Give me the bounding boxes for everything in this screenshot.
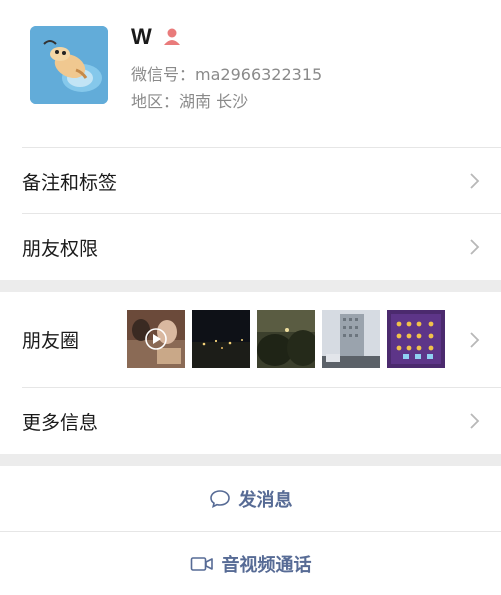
send-message-button[interactable]: 发消息 [0, 466, 501, 532]
chevron-right-icon [470, 239, 480, 255]
remarks-and-tags-label: 备注和标签 [22, 171, 118, 194]
more-info-label: 更多信息 [22, 411, 99, 434]
moments-thumbnail [127, 310, 185, 368]
moments-label: 朋友圈 [22, 330, 80, 352]
moments-thumbnail [322, 310, 380, 368]
av-call-button[interactable]: 音视频通话 [0, 532, 501, 595]
moments-thumbnail [257, 310, 315, 368]
region-value: 湖南 长沙 [179, 92, 249, 111]
moments-row[interactable]: 朋友圈 [0, 292, 501, 387]
female-person-icon [162, 27, 182, 47]
moments-thumbnail [387, 310, 445, 368]
profile-header: W 微信号：ma2966322315 地区：湖南 长沙 [0, 0, 501, 148]
contact-name: W [131, 24, 152, 49]
wechat-id-value: ma2966322315 [195, 65, 323, 84]
moments-thumbnails [127, 310, 445, 368]
remarks-and-tags-row[interactable]: 备注和标签 [0, 148, 501, 214]
section-gap [0, 454, 501, 466]
chat-bubble-icon [209, 490, 230, 508]
av-call-label: 音视频通话 [221, 554, 312, 576]
chevron-right-icon [470, 413, 480, 429]
name-row: W [131, 24, 182, 50]
more-info-row[interactable]: 更多信息 [0, 388, 501, 454]
region: 地区：湖南 长沙 [131, 88, 248, 112]
friend-permissions-label: 朋友权限 [22, 237, 99, 260]
wechat-id: 微信号：ma2966322315 [131, 61, 322, 85]
video-camera-icon [190, 556, 213, 571]
chevron-right-icon [470, 331, 480, 348]
section-gap [0, 280, 501, 292]
region-label: 地区： [131, 92, 180, 111]
avatar[interactable] [30, 26, 108, 104]
friend-permissions-row[interactable]: 朋友权限 [0, 214, 501, 280]
chevron-right-icon [470, 173, 480, 189]
wechat-id-label: 微信号： [131, 65, 196, 84]
send-message-label: 发消息 [238, 490, 293, 511]
moments-thumbnail [192, 310, 250, 368]
avatar-image [30, 26, 108, 104]
